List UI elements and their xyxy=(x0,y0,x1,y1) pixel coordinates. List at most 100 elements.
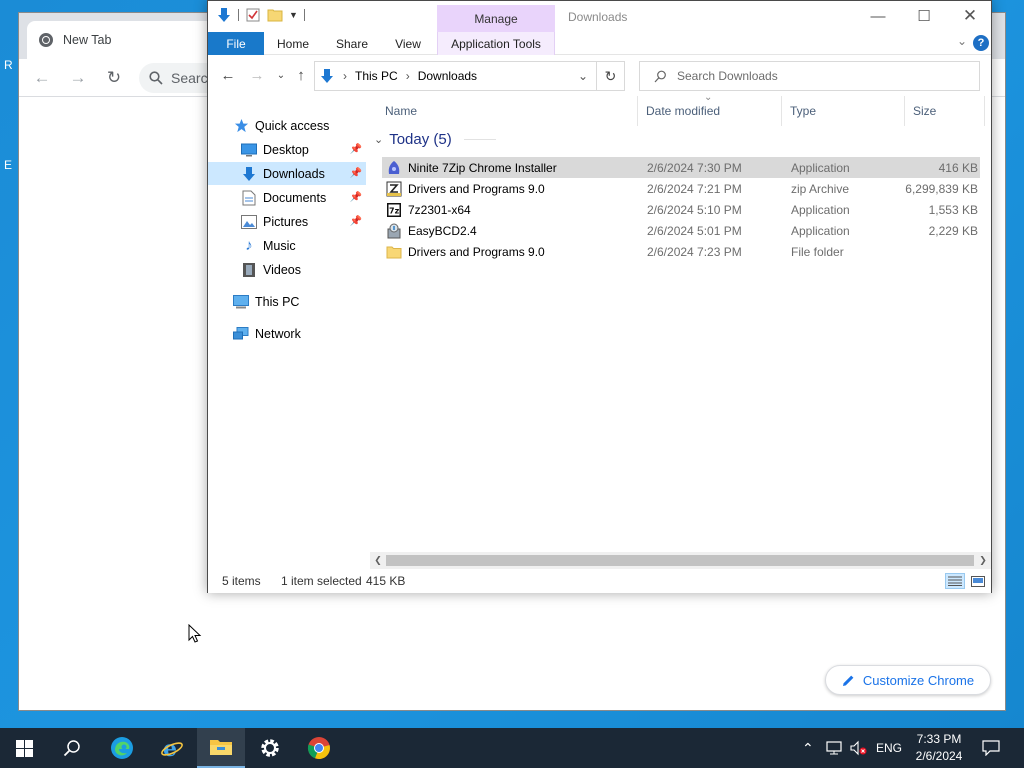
column-header-size[interactable]: Size xyxy=(905,96,985,126)
scroll-right-icon[interactable]: ❯ xyxy=(975,553,991,568)
tab-file[interactable]: File xyxy=(208,32,264,55)
pin-icon[interactable]: 📌 xyxy=(350,192,362,203)
details-view-icon[interactable] xyxy=(945,573,965,589)
file-row[interactable]: 7z 7z2301-x64 2/6/2024 5:10 PM Applicati… xyxy=(382,199,980,220)
horizontal-scrollbar[interactable]: ❮ ❯ xyxy=(370,552,991,569)
maximize-icon[interactable]: ☐ xyxy=(901,1,947,31)
forward-arrow-icon[interactable]: → xyxy=(247,65,267,85)
start-button[interactable] xyxy=(0,728,48,768)
file-explorer-button[interactable] xyxy=(197,728,245,768)
back-arrow-icon[interactable]: ← xyxy=(218,65,238,85)
breadcrumb-separator-icon[interactable]: › xyxy=(406,69,410,83)
tab-home[interactable]: Home xyxy=(268,32,318,55)
internet-explorer-button[interactable]: e xyxy=(148,728,196,768)
forward-arrow-icon[interactable]: → xyxy=(67,67,89,89)
help-icon[interactable]: ? xyxy=(973,35,989,51)
file-row[interactable]: EasyBCD2.4 2/6/2024 5:01 PM Application … xyxy=(382,220,980,241)
network-status-icon[interactable] xyxy=(826,728,844,768)
nav-item-pictures[interactable]: Pictures 📌 xyxy=(208,210,366,233)
window-title: Downloads xyxy=(568,10,628,24)
chrome-tab-new-tab[interactable]: New Tab xyxy=(27,21,227,59)
search-icon xyxy=(63,740,80,757)
breadcrumb-separator-icon[interactable]: › xyxy=(343,69,347,83)
nav-item-network[interactable]: Network xyxy=(208,322,366,345)
input-language-indicator[interactable]: ENG xyxy=(876,728,902,768)
nav-item-documents[interactable]: Documents 📌 xyxy=(208,186,366,209)
search-input[interactable]: Search Downloads xyxy=(639,61,980,91)
close-icon[interactable]: ✕ xyxy=(947,1,993,31)
breadcrumb-this-pc[interactable]: This PC xyxy=(355,69,398,83)
up-arrow-icon[interactable]: ↑ xyxy=(291,65,311,85)
file-name-cell: Drivers and Programs 9.0 xyxy=(386,241,545,262)
file-size: 1,553 KB xyxy=(928,202,978,217)
column-header-type[interactable]: Type xyxy=(782,96,905,126)
search-icon xyxy=(654,70,666,82)
recent-locations-chevron-icon[interactable]: ⌄ xyxy=(271,65,291,85)
desktop-icon-label[interactable]: R xyxy=(4,58,13,72)
scroll-left-icon[interactable]: ❮ xyxy=(370,553,386,568)
tab-application-tools[interactable]: Application Tools xyxy=(437,32,555,55)
minimize-icon[interactable]: — xyxy=(855,1,901,31)
reload-icon[interactable]: ↻ xyxy=(103,67,125,89)
download-arrow-icon xyxy=(241,166,257,182)
customize-chrome-button[interactable]: Customize Chrome xyxy=(825,665,991,695)
7zip-icon: 7z xyxy=(386,202,402,218)
pin-icon[interactable]: 📌 xyxy=(350,216,362,227)
music-note-icon: ♪ xyxy=(245,237,253,254)
column-header-name[interactable]: Name xyxy=(368,96,638,126)
nav-item-label: Desktop xyxy=(263,142,309,157)
ribbon-tabs: File Home Share View Application Tools ⌄… xyxy=(208,32,991,55)
scrollbar-thumb[interactable] xyxy=(386,555,974,566)
nav-item-videos[interactable]: Videos xyxy=(208,258,366,281)
sort-chevron-icon: ⌄ xyxy=(704,92,713,103)
svg-text:7z: 7z xyxy=(389,206,400,215)
tab-share[interactable]: Share xyxy=(328,32,376,55)
mouse-cursor-icon xyxy=(188,624,202,643)
customize-toolbar-dropdown-icon[interactable]: ▼ xyxy=(289,10,298,20)
file-list: Name Date modified ⌄ Type Size ⌄ Today (… xyxy=(368,92,991,557)
chrome-button[interactable] xyxy=(295,728,343,768)
address-bar[interactable]: › This PC › Downloads ⌄ xyxy=(314,61,597,91)
edge-button[interactable] xyxy=(98,728,146,768)
nav-item-label: Network xyxy=(255,326,301,341)
file-row[interactable]: Ninite 7Zip Chrome Installer 2/6/2024 7:… xyxy=(382,157,980,178)
nav-item-downloads[interactable]: Downloads 📌 xyxy=(208,162,366,185)
action-center-button[interactable] xyxy=(982,728,1000,768)
new-folder-icon[interactable] xyxy=(267,7,283,23)
nav-item-desktop[interactable]: Desktop 📌 xyxy=(208,138,366,161)
show-hidden-icons-chevron-icon[interactable]: ⌃ xyxy=(802,728,814,768)
group-divider xyxy=(463,139,496,140)
file-row[interactable]: Drivers and Programs 9.0 2/6/2024 7:21 P… xyxy=(382,178,980,199)
nav-item-quick-access[interactable]: Quick access xyxy=(208,114,366,137)
nav-item-this-pc[interactable]: This PC xyxy=(208,290,366,313)
pin-icon[interactable]: 📌 xyxy=(350,168,362,179)
properties-icon[interactable] xyxy=(245,7,261,23)
volume-muted-icon[interactable] xyxy=(850,728,868,768)
tab-view[interactable]: View xyxy=(386,32,430,55)
large-icons-view-icon[interactable] xyxy=(968,573,988,589)
breadcrumb-downloads[interactable]: Downloads xyxy=(418,69,477,83)
collapse-chevron-icon[interactable]: ⌄ xyxy=(374,133,383,146)
folder-icon xyxy=(386,244,402,260)
group-header-today[interactable]: ⌄ Today (5) xyxy=(374,131,496,148)
title-bar[interactable]: ▼ Manage Downloads — ☐ ✕ xyxy=(208,1,991,32)
back-arrow-icon[interactable]: ← xyxy=(31,67,53,89)
search-button[interactable] xyxy=(48,728,96,768)
address-dropdown-chevron-icon[interactable]: ⌄ xyxy=(578,69,588,83)
file-type: Application xyxy=(791,202,850,217)
settings-button[interactable] xyxy=(246,728,294,768)
file-name: Ninite 7Zip Chrome Installer xyxy=(408,160,557,175)
pin-icon[interactable]: 📌 xyxy=(350,144,362,155)
desktop-icon-label[interactable]: E xyxy=(4,158,12,172)
tab-title: New Tab xyxy=(63,33,112,47)
status-bar: 5 items 1 item selected 415 KB xyxy=(208,569,991,593)
file-name-cell: Drivers and Programs 9.0 xyxy=(386,178,545,199)
file-row[interactable]: Drivers and Programs 9.0 2/6/2024 7:23 P… xyxy=(382,241,980,262)
nav-item-music[interactable]: ♪ Music xyxy=(208,234,366,257)
manage-contextual-tab[interactable]: Manage xyxy=(437,5,555,32)
refresh-icon[interactable]: ↻ xyxy=(596,61,625,91)
column-header-date-modified[interactable]: Date modified ⌄ xyxy=(638,92,782,126)
file-type: File folder xyxy=(791,244,844,259)
expand-ribbon-chevron-icon[interactable]: ⌄ xyxy=(957,34,967,48)
system-clock[interactable]: 7:33 PM 2/6/2024 xyxy=(906,731,972,765)
